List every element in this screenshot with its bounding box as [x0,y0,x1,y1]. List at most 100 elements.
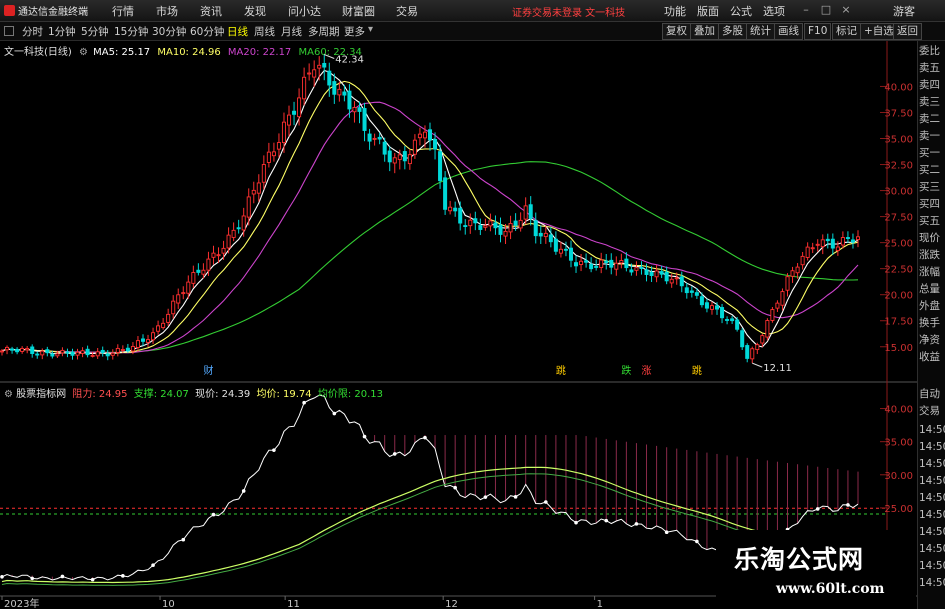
menu-zixun[interactable]: 资讯 [200,3,222,19]
login-notice[interactable]: 证券交易未登录 文一科技 [512,4,625,19]
menu-hangqing[interactable]: 行情 [112,3,134,19]
candle-up [770,309,775,321]
side-buy4[interactable]: 买四 [919,197,945,212]
period-multi[interactable]: 多周期 [308,24,340,39]
side-tick-time: 14:50 [919,458,945,470]
price-dot [272,448,276,452]
sub-gear-icon[interactable]: ⚙ [4,389,13,400]
period-fenshi[interactable]: 分时 [22,24,43,39]
candle-down [730,318,735,322]
menu-caifuquan[interactable]: 财富圈 [342,3,375,19]
side-buy3[interactable]: 买三 [919,180,945,195]
guest-label[interactable]: 游客 [893,3,915,19]
side-buy5[interactable]: 买五 [919,214,945,229]
side-mai3[interactable]: 卖三 [919,95,945,110]
candle-up [226,234,231,249]
maximize-icon[interactable]: □ [818,2,834,17]
menu-gongshi[interactable]: 公式 [730,3,752,19]
main-y-tick-label: 30.00 [884,187,913,198]
menu-banmian[interactable]: 版面 [697,3,719,19]
candle-down [332,81,337,95]
candle-up [115,347,120,353]
side-mai1[interactable]: 卖一 [919,129,945,144]
candle-up [805,246,810,258]
candle-down [568,247,573,261]
candle-up [276,142,281,150]
side-change[interactable]: 涨跌 [919,248,945,263]
sub-y-tick-label: 35.00 [884,438,913,449]
btn-tongji[interactable]: 统计 [746,23,775,40]
candle-down [387,150,392,163]
menu-gongneng[interactable]: 功能 [664,3,686,19]
sub-legend: ⚙ 股票指标网 阻力: 24.95 支撑: 24.07 现价: 24.39 均价… [4,385,383,400]
btn-fanhui[interactable]: 返回 [893,23,922,40]
toggle-box-icon[interactable] [4,26,14,36]
candle-up [669,278,674,284]
candle-up [5,346,10,351]
candle-up [231,229,236,238]
candle-up [765,320,770,338]
side-buy1[interactable]: 买一 [919,146,945,161]
btn-duogu[interactable]: 多股 [718,23,747,40]
period-weekly[interactable]: 周线 [254,24,275,39]
side-pct[interactable]: 涨幅 [919,265,945,280]
btn-huaxian[interactable]: 画线 [774,23,803,40]
price-dot [151,563,155,567]
price-dot [241,489,246,493]
sub-y-tick-label: 30.00 [884,471,913,482]
price-dot [362,434,367,439]
period-5min[interactable]: 5分钟 [81,24,109,39]
btn-biaoji[interactable]: 标记 [832,23,861,40]
candle-up [518,219,523,229]
side-buy2[interactable]: 买二 [919,163,945,178]
side-mai5[interactable]: 卖五 [919,61,945,76]
menu-xuanxiang[interactable]: 选项 [763,3,785,19]
candle-up [750,348,755,360]
period-60min[interactable]: 60分钟 [190,24,224,39]
candle-up [820,239,825,248]
more-chevron-icon[interactable]: ▾ [368,24,373,35]
side-outer[interactable]: 外盘 [919,299,945,314]
side-earnings[interactable]: 收益 [919,350,945,365]
ma60-value: MA60: 22.34 [298,47,362,58]
side-weibi[interactable]: 委比 [919,44,945,59]
period-1min[interactable]: 1分钟 [48,24,76,39]
chart-canvas[interactable]: 15.00 17.50 20.00 22.50 25.00 27.50 30.00 32.50… [0,0,945,609]
period-30min[interactable]: 30分钟 [152,24,186,39]
candle-up [709,305,714,310]
candle-down [538,232,543,237]
candle-up [120,349,125,351]
price-dot [60,574,65,579]
period-daily[interactable]: 日线 [227,24,248,39]
sub-indicator-name: 股票指标网 [16,389,67,400]
candle-down [563,248,568,251]
menu-jiaoyi[interactable]: 交易 [396,3,418,19]
candle-down [624,258,629,269]
btn-diejia[interactable]: 叠加 [690,23,719,40]
menu-wenxiaoda[interactable]: 问小达 [288,3,321,19]
menu-shichang[interactable]: 市场 [156,3,178,19]
period-monthly[interactable]: 月线 [281,24,302,39]
period-15min[interactable]: 15分钟 [114,24,148,39]
side-price[interactable]: 现价 [919,231,945,246]
candle-up [468,219,473,227]
candle-down [377,136,382,140]
btn-fuquan[interactable]: 复权 [662,23,691,40]
menu-faxian[interactable]: 发现 [244,3,266,19]
side-netasset[interactable]: 净资 [919,333,945,348]
side-volume[interactable]: 总量 [919,282,945,297]
app-brand-label: 通达信金融终端 [18,7,88,18]
side-trade[interactable]: 交易 [919,404,945,419]
side-auto[interactable]: 自动 [919,387,945,402]
close-icon[interactable]: × [838,2,854,17]
side-turnover[interactable]: 换手 [919,316,945,331]
btn-f10[interactable]: F10 [804,23,832,40]
side-mai4[interactable]: 卖四 [919,78,945,93]
side-mai2[interactable]: 卖二 [919,112,945,127]
candle-up [302,76,307,100]
candle-up [181,292,186,295]
period-more[interactable]: 更多 [344,24,365,39]
settings-gear-icon[interactable]: ⚙ [79,47,88,58]
candle-down [513,220,518,226]
minimize-icon[interactable]: – [798,2,814,17]
